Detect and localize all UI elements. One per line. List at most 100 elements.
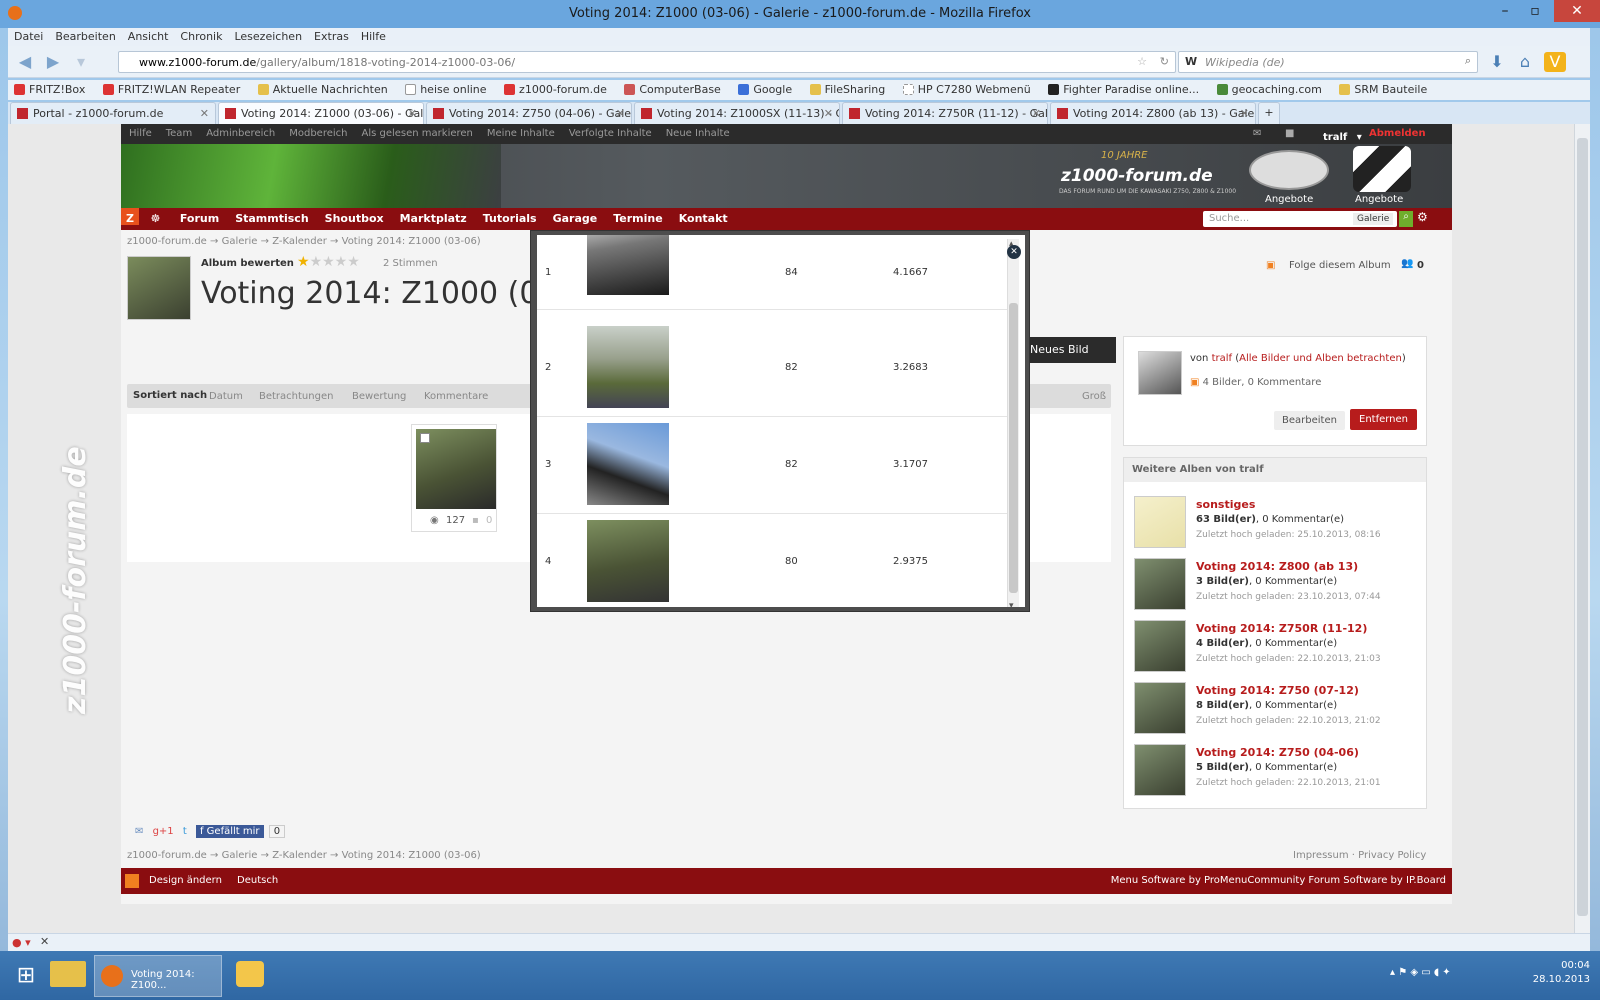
- tab-z1000[interactable]: Voting 2014: Z1000 (03-06) - Galerie - .…: [218, 102, 424, 124]
- url-bar[interactable]: www.z1000-forum.de/gallery/album/1818-vo…: [118, 51, 1176, 73]
- user-menu[interactable]: tralf ▾: [1307, 124, 1368, 143]
- menu-ansicht[interactable]: Ansicht: [122, 28, 175, 43]
- home-icon[interactable]: ⌂: [1514, 52, 1536, 72]
- nav-termine[interactable]: Termine: [605, 208, 670, 225]
- bookmark-item[interactable]: FRITZ!Box: [8, 80, 93, 96]
- tab-z800[interactable]: Voting 2014: Z800 (ab 13) - Galerie - z.…: [1050, 102, 1256, 124]
- bookmark-item[interactable]: Fighter Paradise online...: [1042, 80, 1207, 96]
- sponsor-bp-logo[interactable]: [1249, 150, 1329, 190]
- album-thumb[interactable]: [1134, 744, 1186, 796]
- edit-button[interactable]: Bearbeiten: [1274, 411, 1345, 430]
- rating-stars[interactable]: ★★★★★: [297, 254, 360, 270]
- close-tab-icon[interactable]: ✕: [824, 107, 833, 120]
- tray-icons[interactable]: ▴ ⚑ ◈ ▭ ◖ ✦: [1390, 967, 1451, 978]
- tab-z750r[interactable]: Voting 2014: Z750R (11-12) - Galerie - .…: [842, 102, 1048, 124]
- tab-z1000sx[interactable]: Voting 2014: Z1000SX (11-13) - Galeri...…: [634, 102, 840, 124]
- search-settings-icon[interactable]: ⚙: [1417, 210, 1428, 224]
- close-tab-icon[interactable]: ✕: [408, 107, 417, 120]
- menu-datei[interactable]: Datei: [8, 28, 49, 43]
- sort-comments[interactable]: Kommentare: [424, 391, 488, 402]
- rss-icon[interactable]: ▣: [1266, 260, 1275, 271]
- bookmark-item[interactable]: geocaching.com: [1211, 80, 1330, 96]
- close-tab-icon[interactable]: ✕: [1240, 107, 1249, 120]
- nav-stammtisch[interactable]: Stammtisch: [227, 208, 316, 225]
- album-item[interactable]: Voting 2014: Z800 (ab 13) 3 Bild(er), 0 K…: [1134, 558, 1414, 614]
- close-popup-icon[interactable]: ✕: [1007, 245, 1021, 259]
- page-scrollbar[interactable]: [1574, 124, 1590, 933]
- bookmark-item[interactable]: z1000-forum.de: [498, 80, 615, 96]
- bookmark-item[interactable]: HP C7280 Webmenü: [897, 80, 1039, 96]
- nav-kontakt[interactable]: Kontakt: [671, 208, 736, 225]
- forum-search-icon[interactable]: ⌕: [1399, 211, 1413, 227]
- history-dropdown-icon[interactable]: ▾: [70, 52, 92, 72]
- new-tab-button[interactable]: +: [1258, 102, 1280, 124]
- menu-bearbeiten[interactable]: Bearbeiten: [49, 28, 121, 43]
- close-tab-icon[interactable]: ✕: [1032, 107, 1041, 120]
- remove-button[interactable]: Entfernen: [1350, 409, 1418, 430]
- row-thumb[interactable]: [587, 520, 669, 602]
- logout-link[interactable]: Abmelden: [1361, 124, 1432, 139]
- bookmark-item[interactable]: FRITZ!WLAN Repeater: [97, 80, 248, 96]
- gplus-share-icon[interactable]: g+1: [153, 826, 174, 837]
- tab-portal[interactable]: Portal - z1000-forum.de ✕: [10, 102, 216, 124]
- album-thumb[interactable]: [1134, 682, 1186, 734]
- menu-chronik[interactable]: Chronik: [174, 28, 228, 43]
- follow-album-link[interactable]: Folge diesem Album: [1289, 260, 1391, 271]
- downloads-icon[interactable]: ⬇: [1486, 52, 1508, 72]
- sort-rating[interactable]: Bewertung: [352, 391, 406, 402]
- bookmark-item[interactable]: SRM Bauteile: [1333, 80, 1435, 96]
- topbar-my-content[interactable]: Meine Inhalte: [479, 124, 561, 139]
- notifications-icon[interactable]: ■: [1277, 124, 1300, 139]
- topbar-mod[interactable]: Modbereich: [281, 124, 353, 139]
- topbar-new-content[interactable]: Neue Inhalte: [658, 124, 736, 139]
- album-item[interactable]: Voting 2014: Z750R (11-12) 4 Bild(er), 0 …: [1134, 620, 1414, 676]
- album-thumb[interactable]: [1134, 558, 1186, 610]
- bike-icon[interactable]: ☸: [142, 208, 168, 225]
- language-link[interactable]: Deutsch: [237, 875, 278, 886]
- row-thumb[interactable]: [587, 326, 669, 408]
- row-thumb[interactable]: [587, 423, 669, 505]
- size-large-option[interactable]: Groß: [1082, 391, 1106, 402]
- album-item[interactable]: sonstiges 63 Bild(er), 0 Kommentar(e) Zule…: [1134, 496, 1414, 552]
- inbox-icon[interactable]: ✉: [1245, 124, 1267, 139]
- topbar-mark-read[interactable]: Als gelesen markieren: [353, 124, 478, 139]
- rss-icon[interactable]: [125, 874, 139, 888]
- album-item[interactable]: Voting 2014: Z750 (04-06) 5 Bild(er), 0 K…: [1134, 744, 1414, 800]
- forward-icon[interactable]: ▶: [42, 52, 64, 72]
- nav-garage[interactable]: Garage: [545, 208, 606, 225]
- firefox-taskbar-button[interactable]: Voting 2014: Z100...: [94, 955, 222, 997]
- topbar-team[interactable]: Team: [158, 124, 198, 139]
- avatar[interactable]: [1138, 351, 1182, 395]
- popup-scroll-thumb[interactable]: [1009, 303, 1018, 593]
- reload-icon[interactable]: ↻: [1160, 55, 1169, 68]
- bookmark-item[interactable]: heise online: [399, 80, 494, 96]
- sponsor-warmup-logo[interactable]: [1353, 146, 1411, 192]
- close-addon-bar-icon[interactable]: ✕: [40, 935, 49, 948]
- sort-views[interactable]: Betrachtungen: [259, 391, 333, 402]
- start-icon[interactable]: ⊞: [8, 955, 44, 997]
- back-icon[interactable]: ◀: [14, 52, 36, 72]
- album-cover-image[interactable]: [127, 256, 191, 320]
- minimize-button[interactable]: –: [1490, 0, 1520, 22]
- topbar-followed[interactable]: Verfolgte Inhalte: [561, 124, 658, 139]
- album-item[interactable]: Voting 2014: Z750 (07-12) 8 Bild(er), 0 K…: [1134, 682, 1414, 738]
- file-explorer-icon[interactable]: [50, 961, 86, 987]
- bookmark-item[interactable]: FileSharing: [804, 80, 894, 96]
- menu-extras[interactable]: Extras: [308, 28, 355, 43]
- bookmark-item[interactable]: Google: [732, 80, 800, 96]
- gallery-thumb-card[interactable]: ◉ 127 ▪ 0: [411, 424, 497, 532]
- bookmark-item[interactable]: ComputerBase: [618, 80, 728, 96]
- close-tab-icon[interactable]: ✕: [616, 107, 625, 120]
- topbar-hilfe[interactable]: Hilfe: [121, 124, 158, 139]
- nav-forum[interactable]: Forum: [172, 208, 227, 225]
- forum-logo[interactable]: 10 JAHRE z1000-forum.de DAS FORUM RUND U…: [1051, 148, 1241, 204]
- search-scope-select[interactable]: Galerie: [1353, 213, 1394, 225]
- change-design-link[interactable]: Design ändern: [149, 875, 222, 886]
- adblock-icon[interactable]: ● ▾: [12, 936, 31, 949]
- select-checkbox[interactable]: [420, 433, 430, 443]
- sort-datum[interactable]: Datum: [209, 391, 243, 402]
- bookmark-item[interactable]: Aktuelle Nachrichten: [252, 80, 396, 96]
- album-thumb[interactable]: [1134, 496, 1186, 548]
- close-window-button[interactable]: ✕: [1554, 0, 1600, 22]
- system-clock[interactable]: 00:04 28.10.2013: [1533, 959, 1590, 987]
